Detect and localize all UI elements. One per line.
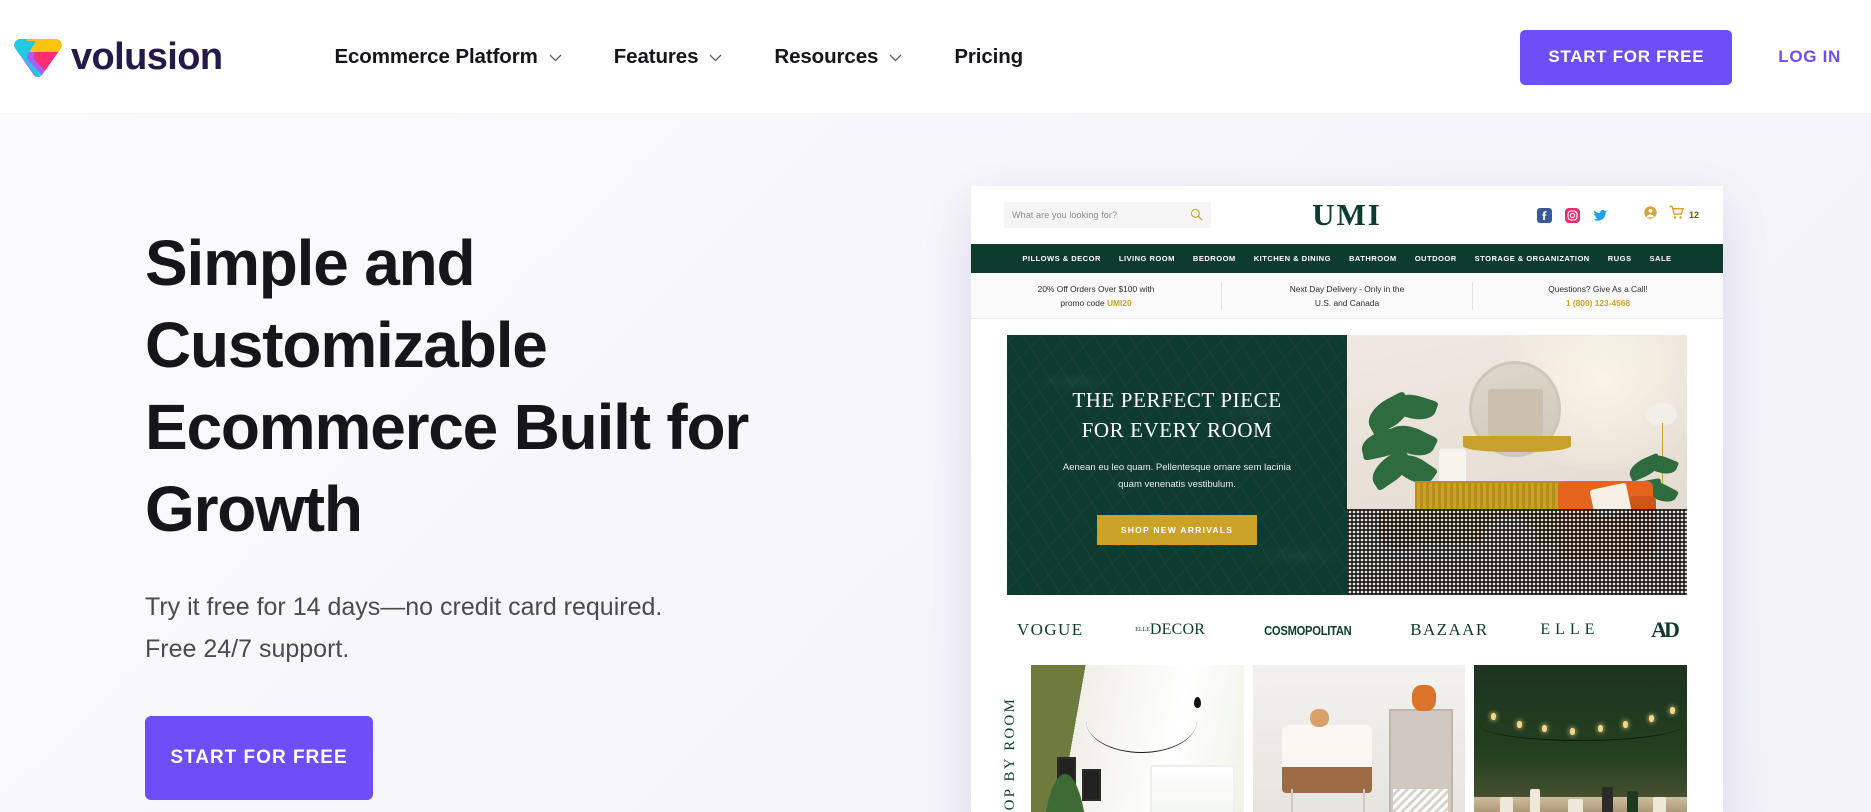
banner-heading-line2: FOR EVERY ROOM [1081, 418, 1273, 442]
brand-name: volusion [71, 35, 223, 78]
promo-line2: promo code [1060, 297, 1107, 308]
press-logo-ad: AD [1651, 617, 1680, 642]
cart-count-badge: 12 [1688, 210, 1699, 220]
mockup-shop-by-room: SHOP BY ROOM [971, 665, 1723, 812]
promo-line1: Questions? Give As a Call! [1548, 283, 1648, 294]
chevron-down-icon [889, 54, 902, 62]
mockup-topbar: What are you looking for? UMI 12 [971, 186, 1723, 244]
press-logo-bazaar: BAZAAR [1410, 620, 1489, 639]
room-card-nursery[interactable] [1252, 665, 1466, 812]
site-header: volusion Ecommerce Platform Features Res… [0, 0, 1871, 114]
account-icon[interactable] [1643, 205, 1658, 225]
nav-item-label: Pricing [954, 44, 1024, 68]
promo-line1: 20% Off Orders Over $100 with [1037, 283, 1155, 294]
promo-cell-delivery: Next Day Delivery - Only in the U.S. and… [1222, 281, 1473, 310]
chevron-down-icon [709, 54, 722, 62]
hero-copy: Simple and Customizable Ecommerce Built … [145, 222, 805, 800]
mockup-nav-bathroom[interactable]: BATHROOM [1340, 254, 1406, 263]
mockup-category-nav: PILLOWS & DECOR LIVING ROOM BEDROOM KITC… [971, 244, 1723, 273]
press-logo-elle: ELLE [1540, 621, 1600, 638]
mockup-store-logo: UMI [1312, 197, 1382, 232]
press-logo-cosmopolitan: COSMOPOLITAN [1264, 622, 1352, 638]
press-logo-vogue: VOGUE [1017, 620, 1084, 639]
header-actions: START FOR FREE LOG IN [1520, 0, 1853, 114]
mockup-nav-living-room[interactable]: LIVING ROOM [1110, 254, 1184, 263]
cart-button[interactable]: 12 [1669, 205, 1699, 225]
volusion-triangle-logo-icon [14, 35, 62, 79]
promo-code: UMI20 [1106, 297, 1132, 308]
nav-item-ecommerce-platform[interactable]: Ecommerce Platform [308, 45, 587, 69]
cart-icon [1669, 205, 1685, 225]
banner-heading-line1: THE PERFECT PIECE [1072, 388, 1282, 412]
hero-subtitle: Try it free for 14 days—no credit card r… [145, 593, 663, 663]
mockup-nav-storage-organization[interactable]: STORAGE & ORGANIZATION [1466, 254, 1599, 263]
mockup-search-placeholder: What are you looking for? [1012, 210, 1118, 220]
twitter-icon[interactable] [1593, 208, 1608, 223]
promo-line2: U.S. and Canada [1314, 297, 1380, 308]
promo-line1: Next Day Delivery - Only in the [1289, 283, 1405, 294]
mockup-icon-group: 12 [1536, 205, 1699, 225]
mockup-search-input[interactable]: What are you looking for? [1004, 202, 1211, 228]
mockup-banner-image [1347, 335, 1687, 595]
mockup-hero-banner: THE PERFECT PIECE FOR EVERY ROOM Aenean … [1007, 335, 1687, 595]
shop-by-room-text: SHOP BY ROOM [1001, 696, 1018, 812]
mockup-banner-heading: THE PERFECT PIECE FOR EVERY ROOM [1072, 385, 1281, 445]
brand-logo-link[interactable]: volusion [14, 35, 223, 79]
mockup-nav-outdoor[interactable]: OUTDOOR [1406, 254, 1466, 263]
mockup-nav-rugs[interactable]: RUGS [1599, 254, 1641, 263]
press-logo-decor: DECOR [1149, 621, 1206, 638]
nav-item-features[interactable]: Features [588, 45, 749, 69]
page-title: Simple and Customizable Ecommerce Built … [145, 227, 749, 545]
press-logo-elle-prefix: ELLE [1135, 627, 1150, 633]
promo-cell-discount: 20% Off Orders Over $100 with promo code… [971, 281, 1222, 310]
promo-cell-support: Questions? Give As a Call! 1 (800) 123-4… [1473, 282, 1723, 310]
mockup-press-logos: VOGUE ELLEDECOR COSMOPOLITAN BAZAAR ELLE… [1017, 595, 1680, 665]
instagram-icon[interactable] [1564, 207, 1580, 223]
store-mockup-preview: What are you looking for? UMI 12 PILLOWS… [971, 186, 1723, 812]
mockup-banner-copy: THE PERFECT PIECE FOR EVERY ROOM Aenean … [1007, 335, 1347, 595]
promo-phone-number[interactable]: 1 (800) 123-4568 [1566, 298, 1630, 308]
nav-item-pricing[interactable]: Pricing [928, 45, 1049, 69]
search-icon[interactable] [1190, 208, 1203, 226]
mockup-nav-bedroom[interactable]: BEDROOM [1184, 254, 1245, 263]
press-logo-elle-decor: ELLEDECOR [1135, 621, 1205, 639]
landing-page: volusion Ecommerce Platform Features Res… [0, 0, 1871, 812]
mockup-nav-pillows-decor[interactable]: PILLOWS & DECOR [1013, 254, 1109, 263]
hero-start-for-free-button[interactable]: START FOR FREE [145, 716, 373, 800]
chevron-down-icon [549, 54, 562, 62]
shop-new-arrivals-button[interactable]: SHOP NEW ARRIVALS [1096, 515, 1258, 545]
living-room-illustration [1347, 335, 1687, 595]
mockup-nav-kitchen-dining[interactable]: KITCHEN & DINING [1245, 254, 1340, 263]
mockup-nav-sale[interactable]: SALE [1641, 254, 1681, 263]
nav-item-label: Resources [774, 44, 879, 68]
facebook-icon[interactable] [1536, 207, 1552, 223]
shop-by-room-cards [1031, 665, 1723, 812]
room-card-outdoor[interactable] [1474, 665, 1688, 812]
room-card-living[interactable] [1031, 665, 1244, 812]
mockup-promo-bar: 20% Off Orders Over $100 with promo code… [971, 273, 1723, 319]
nav-item-label: Ecommerce Platform [334, 44, 538, 68]
mockup-banner-body: Aenean eu leo quam. Pellentesque ornare … [1062, 462, 1292, 490]
login-link[interactable]: LOG IN [1778, 47, 1841, 67]
header-start-for-free-button[interactable]: START FOR FREE [1520, 29, 1733, 85]
nav-item-label: Features [613, 44, 699, 68]
nav-item-resources[interactable]: Resources [748, 45, 928, 69]
shop-by-room-label: SHOP BY ROOM [989, 665, 1031, 812]
main-navigation: Ecommerce Platform Features Resources Pr… [308, 45, 1049, 69]
